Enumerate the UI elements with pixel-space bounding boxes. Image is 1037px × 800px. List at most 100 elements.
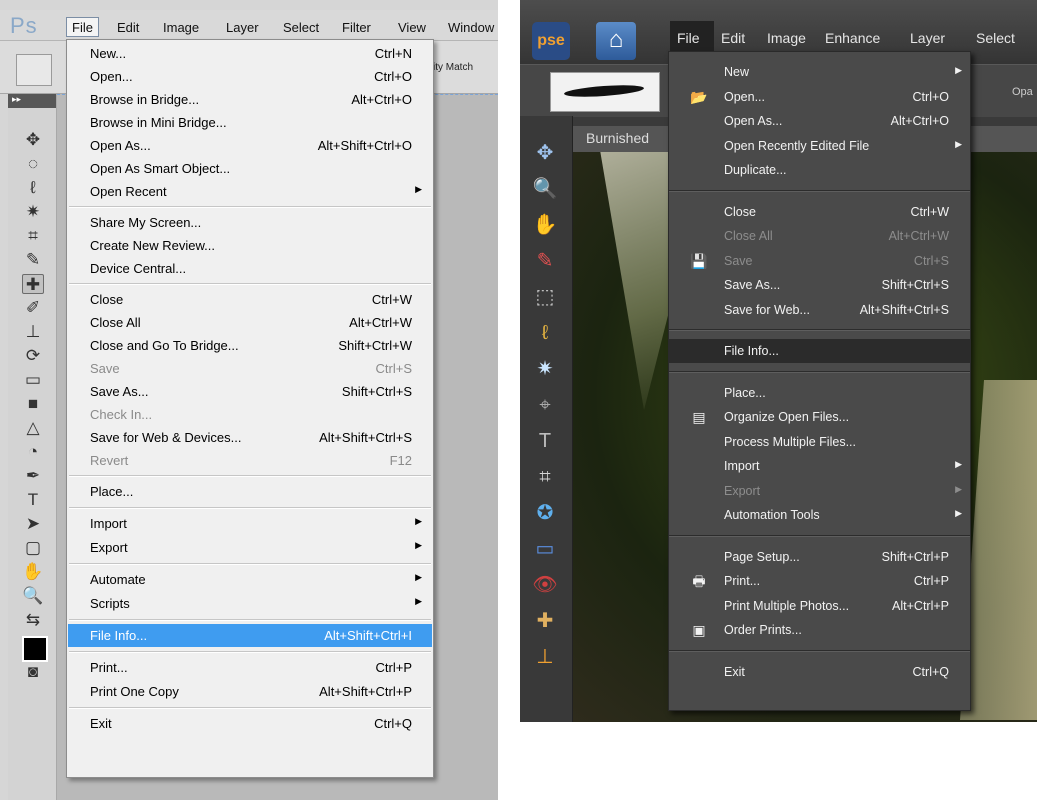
menu-view[interactable]: View — [398, 20, 426, 35]
clone-stamp-tool-icon[interactable]: ⊥ — [530, 644, 560, 670]
magic-wand-tool-icon[interactable]: ✷ — [530, 356, 560, 382]
brush-tool-icon[interactable]: ✐ — [22, 298, 44, 318]
menu-item-exit[interactable]: Exit Ctrl+Q — [669, 660, 970, 684]
menu-item-place[interactable]: Place... — [68, 480, 432, 503]
crop-tool-icon[interactable]: ⌗ — [22, 226, 44, 246]
menu-item-label: Open Recently Edited File — [724, 138, 870, 153]
menu-item-automate[interactable]: Automate ▶ — [68, 568, 432, 591]
pen-tool-icon[interactable]: ✒ — [22, 466, 44, 486]
dodge-tool-icon[interactable]: ◔ — [22, 442, 44, 462]
menu-item-create-new-review[interactable]: Create New Review... — [68, 234, 432, 257]
menu-item-print[interactable]: 🖶 Print... Ctrl+P — [669, 569, 970, 593]
menu-file[interactable]: File — [72, 20, 93, 35]
menu-item-open-as[interactable]: Open As... Alt+Ctrl+O — [669, 109, 970, 133]
healing-brush-tool-icon[interactable]: ✚ — [22, 274, 44, 294]
type-tool-icon[interactable]: T — [22, 490, 44, 510]
menu-item-open[interactable]: 📂 Open... Ctrl+O — [669, 85, 970, 109]
path-selection-tool-icon[interactable]: ➤ — [22, 514, 44, 534]
marquee-tool-icon[interactable]: ⬚ — [530, 284, 560, 310]
clone-stamp-tool-icon[interactable]: ⊥ — [22, 322, 44, 342]
menu-item-open-recent[interactable]: Open Recent ▶ — [68, 180, 432, 203]
gradient-tool-icon[interactable]: ■ — [22, 394, 44, 414]
menu-layer[interactable]: Layer — [910, 30, 945, 46]
menu-select[interactable]: Select — [976, 30, 1015, 46]
menu-item-open-as[interactable]: Open As... Alt+Shift+Ctrl+O — [68, 134, 432, 157]
toolbox-header[interactable]: ▸▸ — [8, 94, 56, 108]
menu-item-scripts[interactable]: Scripts ▶ — [68, 592, 432, 615]
eraser-tool-icon[interactable]: ▭ — [22, 370, 44, 390]
red-eye-tool-icon[interactable]: 👁 — [530, 572, 560, 598]
menu-item-organize-open-files[interactable]: ▤ Organize Open Files... — [669, 405, 970, 429]
document-tab[interactable]: Burnished — [586, 130, 649, 146]
menu-item-close[interactable]: Close Ctrl+W — [669, 200, 970, 224]
menu-item-page-setup[interactable]: Page Setup... Shift+Ctrl+P — [669, 545, 970, 569]
menu-item-new[interactable]: New... Ctrl+N — [68, 42, 432, 65]
shape-tool-icon[interactable]: ▢ — [22, 538, 44, 558]
menu-file[interactable]: File — [677, 30, 700, 46]
menu-item-process-multiple-files[interactable]: Process Multiple Files... — [669, 430, 970, 454]
menu-item-print[interactable]: Print... Ctrl+P — [68, 656, 432, 679]
menu-item-device-central[interactable]: Device Central... — [68, 257, 432, 280]
menu-enhance[interactable]: Enhance — [825, 30, 880, 46]
menu-item-open-as-smart-object[interactable]: Open As Smart Object... — [68, 157, 432, 180]
magic-wand-tool-icon[interactable]: ✷ — [22, 202, 44, 222]
straighten-tool-icon[interactable]: ▭ — [530, 536, 560, 562]
cookie-cutter-tool-icon[interactable]: ✪ — [530, 500, 560, 526]
menu-item-import[interactable]: Import ▶ — [669, 454, 970, 478]
menu-item-print-one-copy[interactable]: Print One Copy Alt+Shift+Ctrl+P — [68, 680, 432, 703]
menu-item-save-as[interactable]: Save As... Shift+Ctrl+S — [68, 380, 432, 403]
menu-item-save: 💾 Save Ctrl+S — [669, 249, 970, 273]
menu-item-new[interactable]: New ▶ — [669, 60, 970, 84]
menu-item-close-and-go-to-bridge[interactable]: Close and Go To Bridge... Shift+Ctrl+W — [68, 334, 432, 357]
menu-item-close-all[interactable]: Close All Alt+Ctrl+W — [68, 311, 432, 334]
menu-item-exit[interactable]: Exit Ctrl+Q — [68, 712, 432, 735]
menu-item-file-info[interactable]: File Info... — [669, 339, 970, 363]
menu-item-export[interactable]: Export ▶ — [68, 536, 432, 559]
menu-item-save-as[interactable]: Save As... Shift+Ctrl+S — [669, 273, 970, 297]
menu-image[interactable]: Image — [767, 30, 806, 46]
menu-item-open[interactable]: Open... Ctrl+O — [68, 65, 432, 88]
blur-tool-icon[interactable]: △ — [22, 418, 44, 438]
healing-brush-tool-icon[interactable]: ✚ — [530, 608, 560, 634]
menu-item-close[interactable]: Close Ctrl+W — [68, 288, 432, 311]
menu-item-print-multiple-photos[interactable]: Print Multiple Photos... Alt+Ctrl+P — [669, 594, 970, 618]
marquee-tool-icon[interactable]: ◌ — [22, 154, 44, 174]
hand-tool-icon[interactable]: ✋ — [22, 562, 44, 582]
history-brush-tool-icon[interactable]: ⟳ — [22, 346, 44, 366]
lasso-tool-icon[interactable]: ℓ — [22, 178, 44, 198]
eyedropper-tool-icon[interactable]: ✎ — [22, 250, 44, 270]
menu-item-order-prints[interactable]: ▣ Order Prints... — [669, 618, 970, 642]
lasso-tool-icon[interactable]: ℓ — [530, 320, 560, 346]
menu-item-save-for-web[interactable]: Save for Web... Alt+Shift+Ctrl+S — [669, 298, 970, 322]
menu-item-share-my-screen[interactable]: Share My Screen... — [68, 211, 432, 234]
menu-item-automation-tools[interactable]: Automation Tools ▶ — [669, 503, 970, 527]
crop-tool-icon[interactable]: ⌗ — [530, 464, 560, 490]
menu-image[interactable]: Image — [163, 20, 199, 35]
menu-edit[interactable]: Edit — [117, 20, 139, 35]
menu-item-browse-in-mini-bridge[interactable]: Browse in Mini Bridge... — [68, 111, 432, 134]
eyedropper-tool-icon[interactable]: ✎ — [530, 248, 560, 274]
zoom-tool-icon[interactable]: 🔍 — [530, 176, 560, 202]
menu-layer[interactable]: Layer — [226, 20, 259, 35]
menu-item-duplicate[interactable]: Duplicate... — [669, 158, 970, 182]
menu-item-file-info[interactable]: File Info... Alt+Shift+Ctrl+I — [68, 624, 432, 647]
swap-colors-icon[interactable]: ⇆ — [22, 610, 44, 630]
menu-item-import[interactable]: Import ▶ — [68, 512, 432, 535]
quick-mask-icon[interactable]: ◙ — [22, 662, 44, 682]
menu-item-place[interactable]: Place... — [669, 381, 970, 405]
tool-preset-picker[interactable] — [16, 54, 52, 86]
type-tool-icon[interactable]: T — [530, 428, 560, 454]
menu-item-save-for-web-devices[interactable]: Save for Web & Devices... Alt+Shift+Ctrl+… — [68, 426, 432, 449]
menu-item-open-recently-edited-file[interactable]: Open Recently Edited File ▶ — [669, 134, 970, 158]
menu-window[interactable]: Window — [448, 20, 494, 35]
quick-selection-tool-icon[interactable]: ⌖ — [530, 392, 560, 418]
move-tool-icon[interactable]: ✥ — [530, 140, 560, 166]
foreground-color-swatch[interactable] — [22, 636, 48, 662]
hand-tool-icon[interactable]: ✋ — [530, 212, 560, 238]
zoom-tool-icon[interactable]: 🔍 — [22, 586, 44, 606]
move-tool-icon[interactable]: ✥ — [22, 130, 44, 150]
menu-select[interactable]: Select — [283, 20, 319, 35]
menu-edit[interactable]: Edit — [721, 30, 745, 46]
menu-filter[interactable]: Filter — [342, 20, 371, 35]
menu-item-browse-in-bridge[interactable]: Browse in Bridge... Alt+Ctrl+O — [68, 88, 432, 111]
